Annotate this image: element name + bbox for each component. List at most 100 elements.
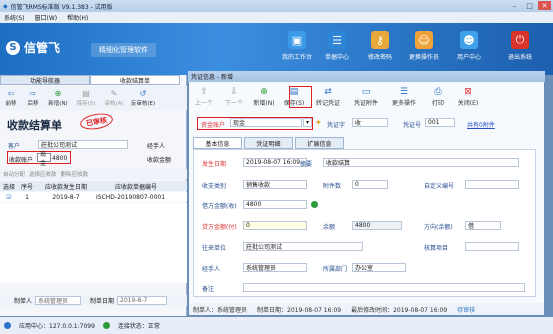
save-icon: ▤ <box>82 89 90 98</box>
status-ok-icon <box>311 201 318 208</box>
minimize-button[interactable]: – <box>508 1 521 10</box>
tab-receipt[interactable]: 收款结算单 <box>90 75 180 85</box>
menu-window[interactable]: 窗口(W) <box>35 13 58 22</box>
auto-allocate-button[interactable]: 自动分配 <box>3 170 25 178</box>
handler-label-dialog: 经手人 <box>202 266 221 273</box>
plus-icon: ⊕ <box>54 89 62 98</box>
brand-slogan: 精细化管理软件 <box>91 43 156 57</box>
handler-field[interactable]: 系统管理员 <box>243 263 307 272</box>
key-icon: ⚷ <box>371 31 389 49</box>
attach-field[interactable]: 0 <box>352 180 388 189</box>
transfer-voucher-button[interactable]: ⇄ 转记凭证 <box>309 87 347 107</box>
app-icon: ◆ <box>3 2 8 10</box>
voucher-attachment-button[interactable]: ▭ 凭证附件 <box>347 87 385 107</box>
attachments-link[interactable]: 共有0附件 <box>467 120 495 129</box>
voucher-word-field[interactable]: 收 <box>352 118 388 127</box>
new-button[interactable]: ⊕ 新增(N) <box>44 86 72 110</box>
left-toolbar: ⇦ 前移 ⇨ 后移 ⊕ 新增(N) ▤ 保存(S) ✎ 审核(A) ↺ 反审核(E) <box>0 86 187 110</box>
handler-label: 经手人 <box>147 143 166 150</box>
borrow-field[interactable]: 4800 <box>243 200 307 209</box>
unit-label: 往来单位 <box>202 245 227 252</box>
next-record-button[interactable]: ⇩ 下一个 <box>219 87 249 107</box>
row-checkbox[interactable]: ☑ <box>0 194 18 201</box>
prev-button[interactable]: ⇦ 前移 <box>0 86 22 110</box>
tab-voucher-detail[interactable]: 凭证明细 <box>244 137 293 149</box>
prev-record-button[interactable]: ⇧ 上一个 <box>189 87 219 107</box>
audit-button[interactable]: ✎ 审核(A) <box>100 86 128 110</box>
custom-no-label: 自定义编号 <box>424 183 455 190</box>
dialog-account-label: 资金账户 <box>201 122 226 129</box>
customer-field[interactable]: 莊批公司测试 <box>38 140 128 149</box>
lend-label: 贷方金额(付) <box>202 224 237 231</box>
unaudit-button[interactable]: ↺ 反审核(E) <box>128 86 158 110</box>
amount-label: 收款金额 <box>147 157 172 164</box>
account-label: 收款账户 <box>9 157 34 164</box>
dialog-toolbar: ⇧ 上一个 ⇩ 下一个 ⊕ 新增(N) ▤ 保存(S) ⇄ 转记凭证 ▭ 凭证附件 ☰ 更多操… <box>189 84 544 110</box>
account-field[interactable]: 现金 <box>37 151 51 167</box>
unaudit-icon: ↺ <box>139 89 147 98</box>
tab-navigator[interactable]: 功能导航器 <box>0 75 90 85</box>
voucher-no-field[interactable]: 001 <box>425 118 455 127</box>
window-title: 信管飞RMS标准版 V9.1.383 - 试用版 <box>10 3 113 11</box>
project-field[interactable] <box>465 242 519 251</box>
date-field[interactable]: 2019-08-07 16:09 <box>243 158 307 167</box>
save-button-left[interactable]: ▤ 保存(S) <box>72 86 100 110</box>
summary-field[interactable]: 收款结算 <box>323 158 519 167</box>
dialog-account-select[interactable]: 现金 <box>230 118 302 127</box>
tab-extended-info[interactable]: 扩展信息 <box>295 137 344 149</box>
attachment-icon: ▭ <box>361 87 371 97</box>
account-amount: 4800 <box>52 155 68 162</box>
users-icon: ☻ <box>460 31 478 49</box>
print-icon: ⎙ <box>434 87 442 97</box>
lend-field[interactable]: 0 <box>243 221 307 230</box>
table-row[interactable]: ☑ 1 2019-8-7 ISCHD-20190807-0001 <box>0 192 187 202</box>
next-button[interactable]: ⇨ 后移 <box>22 86 44 110</box>
chevron-down-icon[interactable]: ▾ <box>303 118 312 127</box>
unit-field[interactable]: 莊批公司测试 <box>243 242 363 251</box>
customer-label: 客户 <box>8 143 21 150</box>
borrow-label: 借方金额(收) <box>202 203 237 210</box>
exit-system-button[interactable]: ⏻ 退出系统 <box>499 31 541 61</box>
page-title: 收款结算单 <box>7 119 62 132</box>
voucher-word-label: 凭证字 <box>327 122 346 129</box>
document-icon: ☰ <box>328 31 346 49</box>
dialog-title: 凭证信息 - 新增 <box>188 71 545 82</box>
project-label: 核算项目 <box>424 245 449 252</box>
menu-bar: 系统(S) 窗口(W) 帮助(H) <box>0 12 553 23</box>
delete-receivable-button[interactable]: 删除应收款 <box>61 170 89 178</box>
transfer-icon: ⇄ <box>324 87 332 97</box>
close-dialog-button[interactable]: ⊠ 关闭(E) <box>453 87 483 107</box>
grid-body <box>0 203 187 283</box>
left-footer: 制单人 系统管理员 制单日期 2019-8-7 <box>0 295 187 306</box>
category-label: 收支类别 <box>202 183 227 190</box>
workbench-button[interactable]: ▣ 我的工作台 <box>276 31 318 61</box>
status-bar: 应用中心：127.0.0.1:7099 连接状态：正常 <box>0 317 553 334</box>
close-button[interactable]: ✕ <box>538 1 551 10</box>
save-highlight <box>289 86 312 108</box>
more-actions-button[interactable]: ☰ 更多操作 <box>385 87 423 107</box>
date-label: 发生日期 <box>202 161 227 168</box>
switch-operator-button[interactable]: ☺ 更换操作员 <box>403 31 445 61</box>
arrow-up-icon: ⇧ <box>200 87 208 97</box>
dept-field[interactable]: 办公室 <box>352 263 406 272</box>
user-center-button[interactable]: ☻ 用户中心 <box>448 31 490 61</box>
document-center-button[interactable]: ☰ 单据中心 <box>316 31 358 61</box>
arrow-right-icon: ⇨ <box>29 89 37 98</box>
tab-basic-info[interactable]: 基本信息 <box>193 137 242 149</box>
arrow-down-icon: ⇩ <box>230 87 238 97</box>
select-receivable-button[interactable]: 选择应收款 <box>29 170 57 178</box>
menu-help[interactable]: 帮助(H) <box>67 13 88 22</box>
menu-system[interactable]: 系统(S) <box>4 13 25 22</box>
remark-label: 备注 <box>202 286 215 293</box>
custom-no-field[interactable] <box>465 180 519 189</box>
maximize-button[interactable]: □ <box>523 1 536 10</box>
remark-field[interactable] <box>243 283 525 292</box>
balance-field: 4800 <box>352 221 402 230</box>
dialog-new-button[interactable]: ⊕ 新增(N) <box>249 87 279 107</box>
logo-icon: S <box>6 40 20 55</box>
print-button[interactable]: ⎙ 打印 <box>423 87 453 107</box>
category-field[interactable]: 销售收款 <box>243 180 307 189</box>
direction-field[interactable]: 借 <box>465 221 501 230</box>
change-password-button[interactable]: ⚷ 修改密码 <box>359 31 401 61</box>
balance-label: 余额 <box>323 224 336 231</box>
